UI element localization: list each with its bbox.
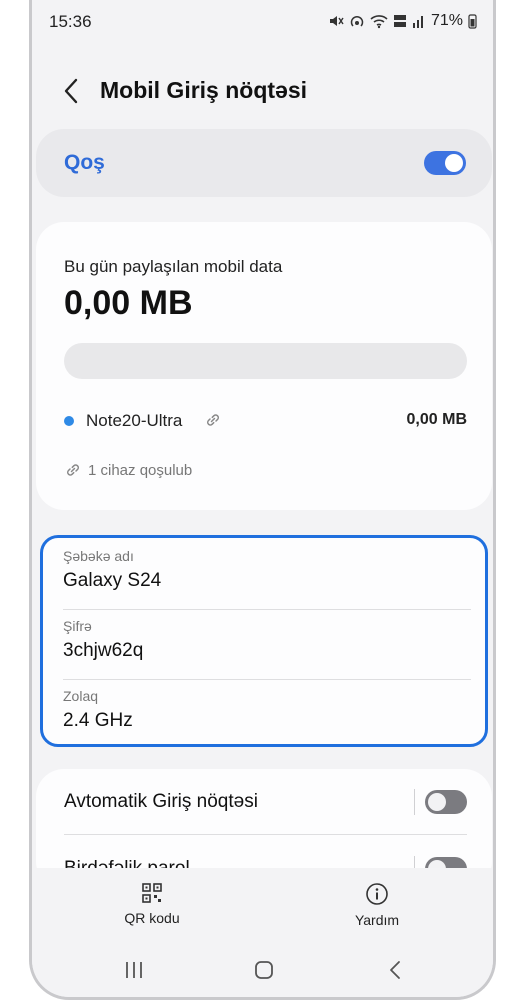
home-icon[interactable] xyxy=(249,958,279,982)
wifi-icon xyxy=(370,15,388,29)
back-nav-icon[interactable] xyxy=(380,958,410,982)
band-label: Zolaq xyxy=(63,688,99,704)
device-usage: 0,00 MB xyxy=(406,411,467,428)
qr-code-icon xyxy=(142,883,162,903)
band-value: 2.4 GHz xyxy=(63,710,133,731)
password-value: 3chjw62q xyxy=(63,640,144,661)
battery-level: 71% xyxy=(430,12,463,29)
qr-code-label: QR kodu xyxy=(124,910,180,926)
network-name-label: Şəbəkə adı xyxy=(63,548,134,564)
hotspot-master-toggle-row[interactable]: Qoş xyxy=(36,129,492,197)
connected-device-row[interactable]: Note20-Ultra 0,00 MB xyxy=(64,409,467,433)
password-label: Şifrə xyxy=(63,618,92,634)
phone-screen: 15:36 71% Mobil Giriş nöqtəsi Qoş Bu gün… xyxy=(29,0,496,1000)
network-name-value: Galaxy S24 xyxy=(63,570,162,591)
page-title: Mobil Giriş nöqtəsi xyxy=(100,77,308,103)
info-icon xyxy=(366,883,388,905)
qr-code-button[interactable]: QR kodu xyxy=(102,882,202,926)
password-row[interactable]: Şifrə 3chjw62q xyxy=(63,610,471,680)
recent-apps-icon[interactable] xyxy=(119,958,149,982)
status-time: 15:36 xyxy=(49,12,92,31)
help-label: Yardım xyxy=(354,912,400,928)
connected-count-text: 1 cihaz qoşulub xyxy=(88,461,193,479)
band-row[interactable]: Zolaq 2.4 GHz xyxy=(63,680,471,750)
system-nav-bar xyxy=(32,952,493,988)
network-config-card[interactable]: Şəbəkə adı Galaxy S24 Şifrə 3chjw62q Zol… xyxy=(40,535,488,747)
switch-knob xyxy=(428,793,446,811)
status-bar: 15:36 71% xyxy=(32,10,493,34)
app-header: Mobil Giriş nöqtəsi xyxy=(32,68,493,114)
usage-subtitle: Bu gün paylaşılan mobil data xyxy=(64,257,283,276)
device-dot xyxy=(64,416,74,426)
usage-amount: 0,00 MB xyxy=(64,284,193,322)
auto-hotspot-label: Avtomatik Giriş nöqtəsi xyxy=(64,791,258,812)
data-usage-card: Bu gün paylaşılan mobil data 0,00 MB Not… xyxy=(36,222,492,510)
master-toggle-switch[interactable] xyxy=(424,151,466,175)
link-icon xyxy=(67,464,79,476)
link-icon xyxy=(207,414,219,426)
hotspot-icon xyxy=(350,15,364,27)
volte-icon xyxy=(393,15,406,27)
chevron-left-icon[interactable] xyxy=(60,76,84,106)
auto-hotspot-row[interactable]: Avtomatik Giriş nöqtəsi xyxy=(64,769,467,835)
device-name: Note20-Ultra xyxy=(86,411,183,430)
battery-icon xyxy=(468,14,477,29)
signal-icon xyxy=(412,16,423,28)
master-toggle-label: Qoş xyxy=(64,151,105,174)
usage-progress-bar xyxy=(64,343,467,379)
auto-hotspot-switch[interactable] xyxy=(425,790,467,814)
mute-icon xyxy=(329,16,344,26)
network-name-row[interactable]: Şəbəkə adı Galaxy S24 xyxy=(63,540,471,610)
switch-knob xyxy=(445,154,463,172)
status-icons: 71% xyxy=(328,12,477,30)
help-button[interactable]: Yardım xyxy=(327,882,427,928)
divider xyxy=(414,789,415,815)
connected-count: 1 cihaz qoşulub xyxy=(64,460,192,480)
bottom-bar: QR kodu Yardım xyxy=(32,868,493,997)
